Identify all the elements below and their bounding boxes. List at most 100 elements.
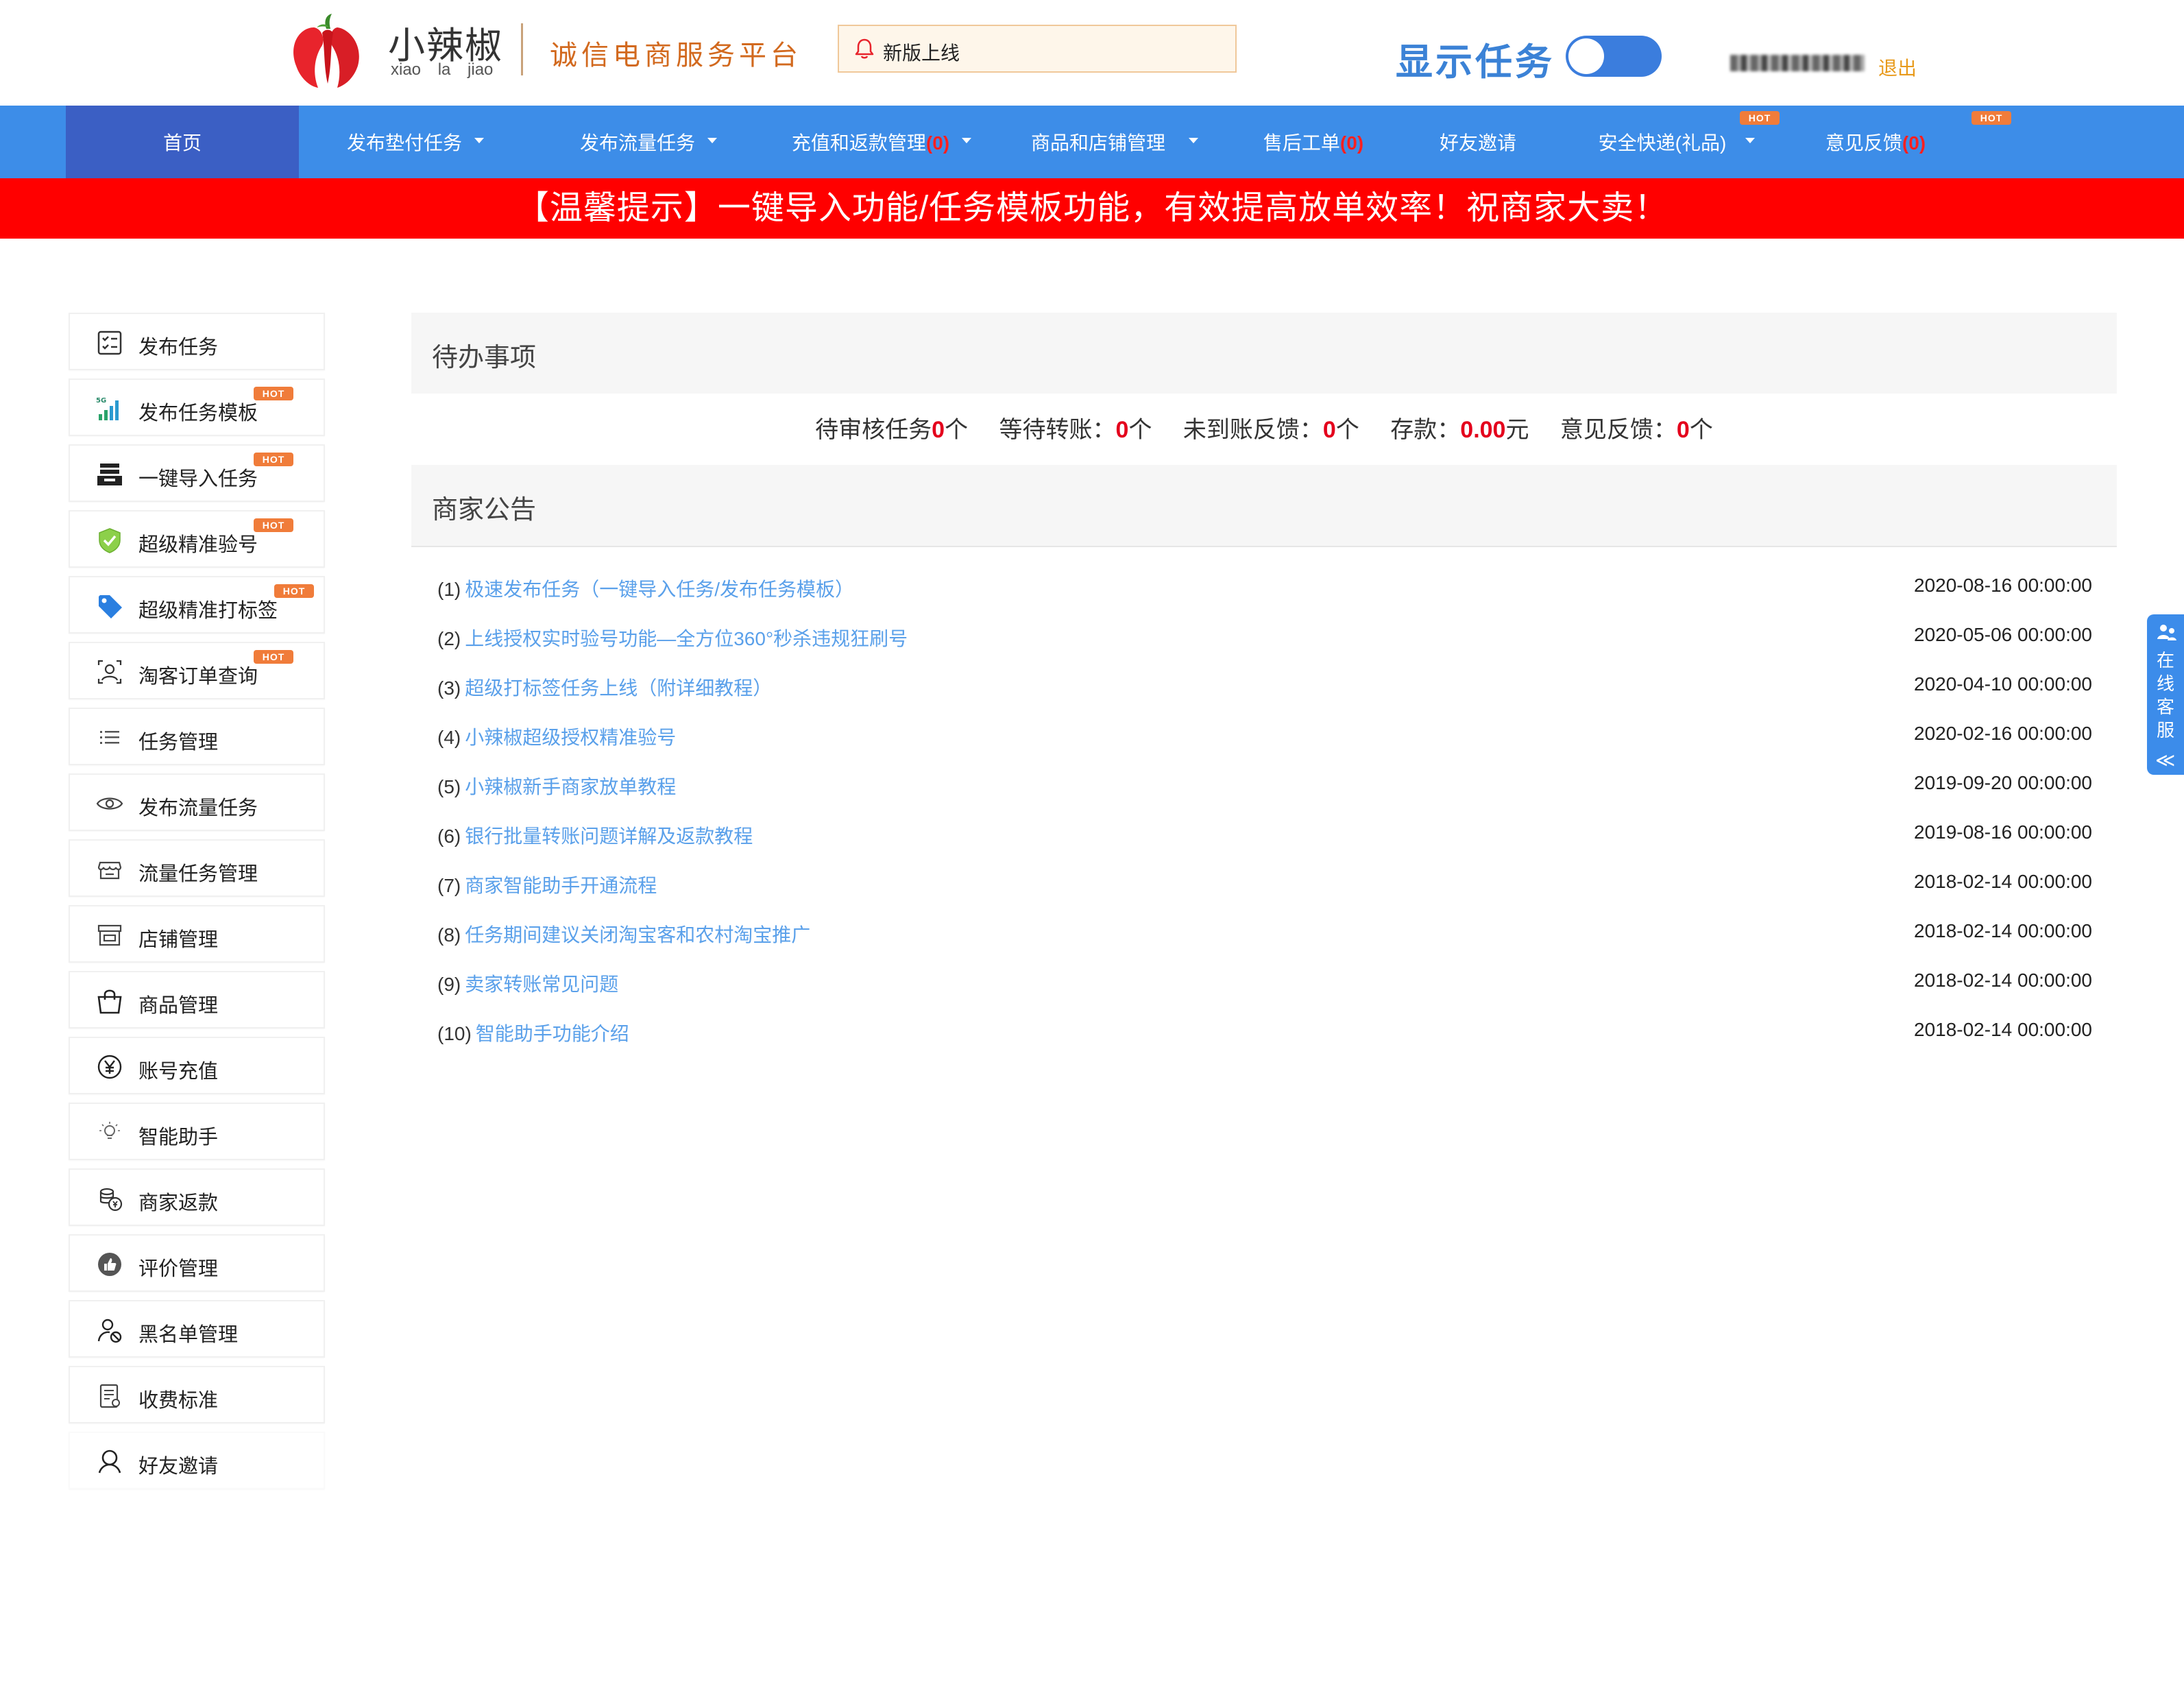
- todo-deposit[interactable]: 存款：0.00元: [1390, 417, 1529, 443]
- announcement-row: (6) 银行批量转账问题详解及返款教程 2019-08-16 00:00:00: [437, 821, 2092, 849]
- sidebar-item-label: 商家返款: [138, 1192, 219, 1214]
- announcement-link[interactable]: 小辣椒新手商家放单教程: [465, 776, 676, 797]
- announcement-number: (10): [437, 1023, 472, 1044]
- sidebar-item-merchant-refund[interactable]: 商家返款: [69, 1168, 325, 1226]
- todo-pending-review[interactable]: 待审核任务0个: [815, 417, 968, 443]
- logout-link[interactable]: 退出: [1878, 53, 1917, 81]
- signal-5g-icon: 5G: [96, 397, 119, 420]
- announcement-link[interactable]: 上线授权实时验号功能—全方位360°秒杀违规狂刷号: [465, 628, 908, 649]
- chili-logo-icon: [293, 14, 359, 88]
- hot-badge: HOT: [1971, 111, 2011, 125]
- shield-check-icon: [99, 528, 121, 553]
- todo-label: 等待转账：: [999, 417, 1116, 443]
- todo-waiting-transfer[interactable]: 等待转账：0个: [999, 417, 1152, 443]
- nav-invite-friends[interactable]: 好友邀请: [1396, 106, 1560, 178]
- sidebar-item-label: 流量任务管理: [138, 863, 258, 885]
- todo-value: 0: [1115, 417, 1129, 443]
- announcement-link[interactable]: 银行批量转账问题详解及返款教程: [465, 826, 753, 847]
- announcement-link[interactable]: 商家智能助手开通流程: [465, 875, 657, 896]
- nav-feedback[interactable]: 意见反馈(0) HOT: [1793, 106, 2011, 178]
- thumbs-up-icon: [98, 1253, 121, 1276]
- coins-icon: [99, 1188, 123, 1212]
- sidebar-item-label: 店铺管理: [138, 929, 219, 951]
- announcement-link[interactable]: 智能助手功能介绍: [476, 1023, 629, 1044]
- announcement-date: 2020-05-06 00:00:00: [1914, 624, 2092, 645]
- sidebar-item-assistant[interactable]: 智能助手: [69, 1103, 325, 1160]
- sidebar-item-label: 好友邀请: [138, 1456, 219, 1478]
- nav-label: 发布垫付任务: [346, 132, 462, 154]
- hot-badge: HOT: [274, 584, 314, 598]
- nav-after-sale[interactable]: 售后工单(0): [1231, 106, 1396, 178]
- todo-unreceived-feedback[interactable]: 未到账反馈：0个: [1183, 417, 1359, 443]
- sidebar-item-fee-standard[interactable]: 收费标准: [69, 1366, 325, 1423]
- todo-label: 未到账反馈：: [1182, 417, 1323, 443]
- sidebar-item-import-task[interactable]: 一键导入任务 HOT: [69, 444, 325, 502]
- show-task-label: 显示任务: [1396, 42, 1555, 83]
- sidebar-item-label: 黑名单管理: [138, 1324, 239, 1346]
- announcement-number: (6): [437, 826, 461, 847]
- sidebar-item-task-template[interactable]: 5G 发布任务模板 HOT: [69, 378, 325, 436]
- announcement-number: (2): [437, 628, 461, 649]
- todo-summary: 待审核任务0个 等待转账：0个 未到账反馈：0个 存款：0.00元 意见反馈：0…: [411, 394, 2117, 466]
- announcement-date: 2019-08-16 00:00:00: [1914, 821, 2092, 843]
- sidebar-item-label: 一键导入任务: [138, 468, 258, 490]
- sidebar-item-label: 超级精准验号: [138, 534, 258, 556]
- announcement-row: (2) 上线授权实时验号功能—全方位360°秒杀违规狂刷号 2020-05-06 0…: [437, 624, 2092, 651]
- nav-publish-traffic-task[interactable]: 发布流量任务: [532, 106, 765, 178]
- sidebar-item-label: 超级精准打标签: [138, 600, 278, 622]
- todo-title: 待办事项: [432, 344, 537, 372]
- todo-feedback[interactable]: 意见反馈：0个: [1560, 417, 1713, 443]
- sidebar-item-label: 淘客订单查询: [138, 666, 258, 688]
- announcement-panel-header: 商家公告: [411, 465, 2117, 547]
- todo-value: 0: [932, 417, 945, 443]
- todo-value: 0.00: [1460, 417, 1506, 443]
- sidebar-item-label: 智能助手: [138, 1127, 219, 1148]
- sidebar-item-shop-manage[interactable]: 店铺管理: [69, 905, 325, 963]
- yen-icon: [97, 1055, 122, 1079]
- sidebar-item-taoke-order[interactable]: 淘客订单查询 HOT: [69, 642, 325, 699]
- nav-count: (0): [925, 132, 950, 154]
- notice-box[interactable]: 新版上线: [838, 25, 1237, 73]
- caret-down-icon: [962, 137, 972, 143]
- announcement-row: (3) 超级打标签任务上线（附详细教程） 2020-04-10 00:00:00: [437, 673, 2092, 701]
- sidebar-item-review-manage[interactable]: 评价管理: [69, 1234, 325, 1292]
- announcement-link[interactable]: 超级打标签任务上线（附详细教程）: [465, 677, 772, 699]
- nav-count: (0): [1902, 132, 1926, 154]
- nav-safe-express[interactable]: 安全快递(礼品) HOT: [1560, 106, 1793, 178]
- store-icon: [97, 924, 122, 946]
- sidebar-item-traffic-manage[interactable]: 流量任务管理: [69, 839, 325, 897]
- show-task-toggle[interactable]: [1566, 36, 1662, 77]
- nav-goods-shop[interactable]: 商品和店铺管理: [998, 106, 1231, 178]
- sidebar-item-task-manage[interactable]: 任务管理: [69, 708, 325, 765]
- announcement-link[interactable]: 任务期间建议关闭淘宝客和农村淘宝推广: [465, 924, 810, 946]
- top-nav: 首页 发布垫付任务 发布流量任务 充值和返款管理(0) 商品和店铺管理 售后工单…: [0, 106, 2184, 178]
- nav-label: 售后工单: [1263, 132, 1340, 154]
- nav-count: (0): [1339, 132, 1364, 154]
- lightbulb-icon: [99, 1122, 120, 1139]
- announcement-number: (5): [437, 776, 461, 797]
- todo-label: 待审核任务: [815, 417, 932, 443]
- online-service-tab[interactable]: 在线客服 ≪: [2147, 614, 2184, 775]
- announcement-number: (3): [437, 677, 461, 699]
- nav-label: 发布流量任务: [579, 132, 695, 154]
- nav-home[interactable]: 首页: [66, 106, 299, 178]
- announcement-date: 2018-02-14 00:00:00: [1914, 1019, 2092, 1040]
- announcement-number: (8): [437, 924, 461, 946]
- shop-icon: [97, 861, 122, 880]
- sidebar-item-precise-verify[interactable]: 超级精准验号 HOT: [69, 510, 325, 568]
- sidebar-item-label: 发布任务模板: [138, 402, 258, 424]
- sidebar-item-invite-friends[interactable]: 好友邀请: [69, 1432, 325, 1489]
- sidebar-item-publish-task[interactable]: 发布任务: [69, 313, 325, 370]
- announcement-link[interactable]: 卖家转账常见问题: [465, 974, 618, 995]
- announcement-row: (9) 卖家转账常见问题 2018-02-14 00:00:00: [437, 970, 2092, 997]
- sidebar-item-goods-manage[interactable]: 商品管理: [69, 971, 325, 1029]
- eye-icon: [96, 797, 123, 810]
- sidebar-item-recharge[interactable]: 账号充值: [69, 1037, 325, 1094]
- sidebar-item-precise-tag[interactable]: 超级精准打标签 HOT: [69, 576, 325, 634]
- announcement-link[interactable]: 极速发布任务（一键导入任务/发布任务模板）: [465, 579, 854, 600]
- nav-publish-advance-task[interactable]: 发布垫付任务: [299, 106, 532, 178]
- announcement-link[interactable]: 小辣椒超级授权精准验号: [465, 727, 676, 748]
- sidebar-item-blacklist[interactable]: 黑名单管理: [69, 1300, 325, 1358]
- nav-recharge-refund[interactable]: 充值和返款管理(0): [765, 106, 998, 178]
- sidebar-item-publish-traffic[interactable]: 发布流量任务: [69, 773, 325, 831]
